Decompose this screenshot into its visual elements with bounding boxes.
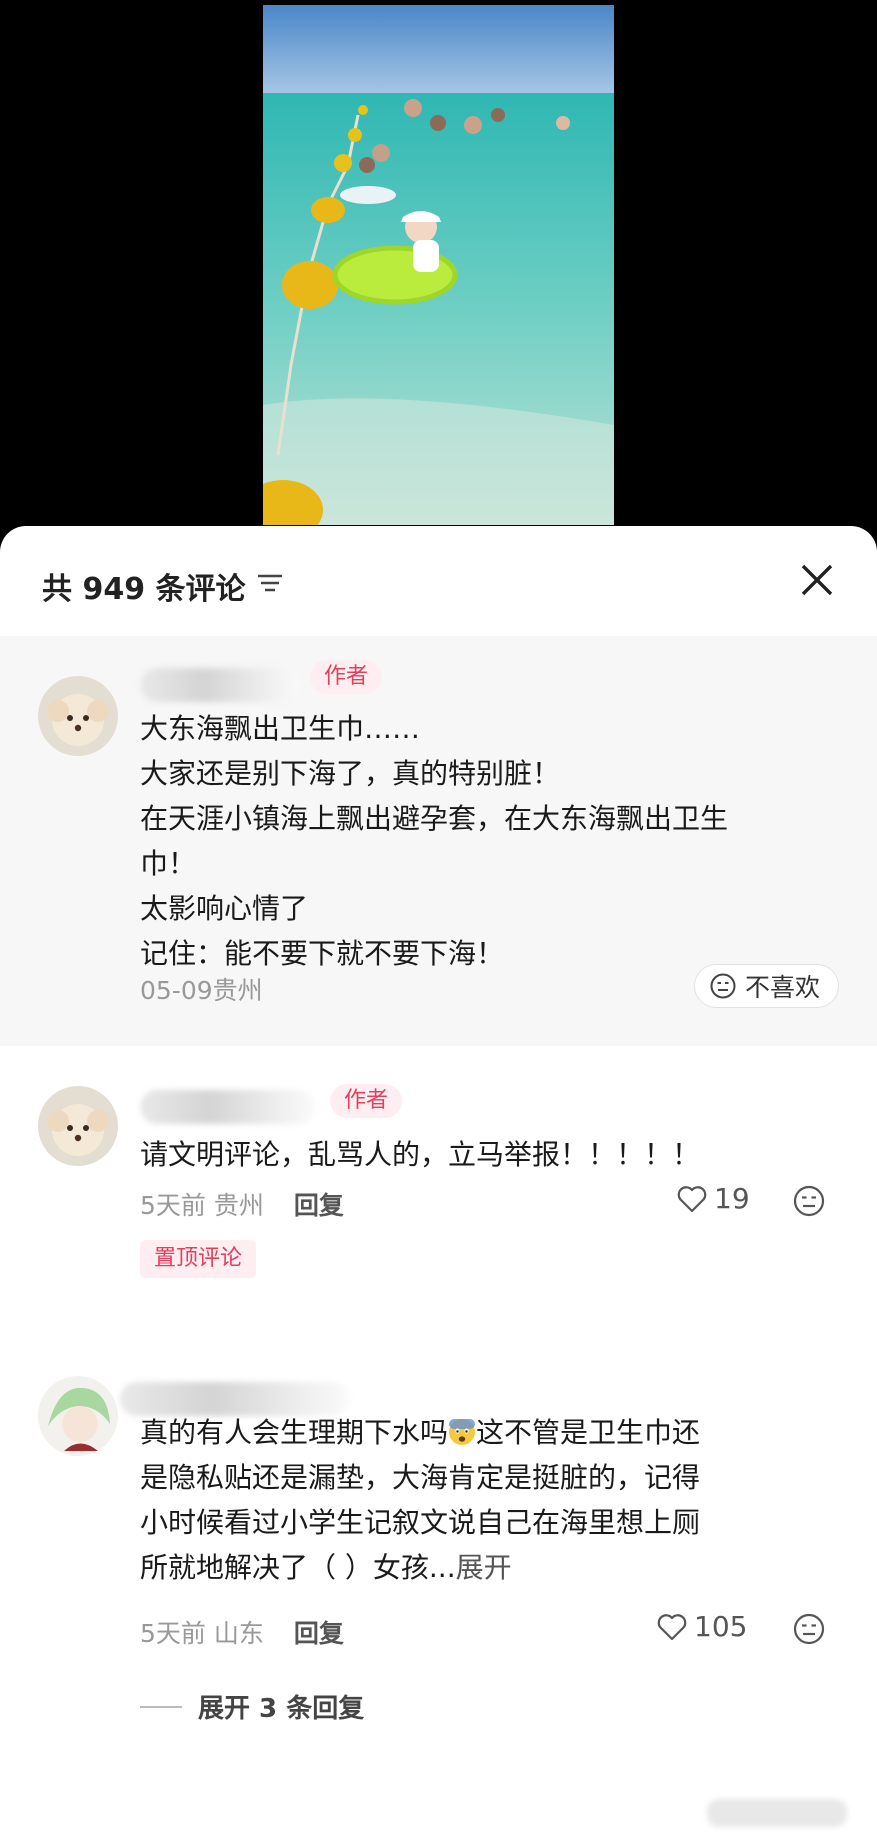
comment-panel: 共 949 条评论 作者 大东海飘出卫生巾…… 大家还是别下海了，真的特别脏！ … [0,526,877,1835]
author-post-comment[interactable]: 作者 大东海飘出卫生巾…… 大家还是别下海了，真的特别脏！ 在天涯小镇海上飘出避… [0,636,877,1046]
sort-lines-icon[interactable] [255,568,285,598]
comment-line: 所就地解决了（ ）女孩...展开 [140,1545,840,1590]
like-button[interactable]: 19 [676,1182,750,1215]
author-tag: 作者 [330,1084,403,1118]
avatar[interactable] [38,1376,118,1456]
comment-line: 真的有人会生理期下水吗 这不管是卫生巾还 [140,1410,840,1455]
dislike-button[interactable]: 不喜欢 [693,964,839,1008]
expand-link[interactable]: 展开 [456,1551,512,1584]
close-icon[interactable] [797,560,837,600]
reply-button[interactable]: 回复 [294,1191,344,1220]
comment-line: 是隐私贴还是漏垫，大海肯定是挺脏的，记得 [140,1461,701,1494]
poodle-avatar-icon [38,676,118,756]
pinned-tag: 置顶评论 [140,1240,257,1278]
comment-line: 太影响心情了 [140,892,309,925]
username-blurred [140,1090,315,1124]
comment-line: 巾！ [140,847,197,880]
comment-meta: 05-09贵州 [140,976,263,1005]
comment-time: 5天前 [140,1191,206,1220]
dislike-face-icon[interactable] [792,1612,826,1646]
comment-location: 山东 [213,1619,264,1648]
comment-meta: 5天前 山东 回复 [140,1614,344,1650]
comment-line-part: 真的有人会生理期下水吗 [140,1416,449,1449]
heart-outline-icon [677,1185,707,1212]
comment-text: 真的有人会生理期下水吗 这不管是卫生巾还 是隐私贴还是漏垫，大海肯定是挺脏的，记得… [140,1410,840,1590]
comment-line: 大家还是别下海了，真的特别脏！ [140,757,561,790]
avatar[interactable] [38,676,118,756]
dislike-face-icon[interactable] [792,1184,826,1218]
poodle-avatar-icon [38,1086,118,1166]
comment-text: 大东海飘出卫生巾…… 大家还是别下海了，真的特别脏！ 在天涯小镇海上飘出避孕套，… [140,706,840,976]
video-area [0,0,877,560]
comment-meta: 5天前 贵州 回复 [140,1186,344,1222]
expand-replies-label: 展开 3 条回复 [198,1694,365,1724]
pinned-comment[interactable]: 作者 请文明评论，乱骂人的，立马举报！！！！！ 5天前 贵州 回复 19 置顶评… [0,1046,877,1278]
comment-line-part: 所就地解决了（ ）女孩... [140,1551,456,1584]
user-comment[interactable]: 真的有人会生理期下水吗 这不管是卫生巾还 是隐私贴还是漏垫，大海肯定是挺脏的，记得… [0,1376,877,1826]
heart-outline-icon [657,1613,687,1640]
reply-button[interactable]: 回复 [294,1619,344,1648]
comment-line: 小时候看过小学生记叙文说自己在海里想上厕 [140,1506,701,1539]
comment-line-part: 这不管是卫生巾还 [476,1416,701,1449]
comment-time: 5天前 [140,1619,206,1648]
panel-header: 共 949 条评论 [0,526,877,636]
comment-count: 共 949 条评论 [42,572,246,607]
like-count: 105 [694,1610,748,1643]
watermark [707,1799,847,1827]
comment-text: 请文明评论，乱骂人的，立马举报！！！！！ [140,1138,701,1171]
fearful-face-emoji [449,1419,476,1445]
like-count: 19 [714,1182,750,1215]
video-thumbnail[interactable] [263,5,614,525]
comment-location: 贵州 [213,1191,264,1220]
dislike-face-icon [710,973,736,999]
anime-avatar-icon [38,1376,118,1456]
avatar[interactable] [38,1086,118,1166]
expand-replies-button[interactable]: 展开 3 条回复 [140,1688,364,1725]
dislike-label: 不喜欢 [744,973,820,1002]
divider-line [140,1705,182,1708]
author-tag: 作者 [310,660,383,694]
comment-line: 大东海飘出卫生巾…… [140,712,421,745]
like-button[interactable]: 105 [656,1610,747,1643]
comment-line: 在天涯小镇海上飘出避孕套，在大东海飘出卫生 [140,802,729,835]
username-blurred [140,668,300,702]
